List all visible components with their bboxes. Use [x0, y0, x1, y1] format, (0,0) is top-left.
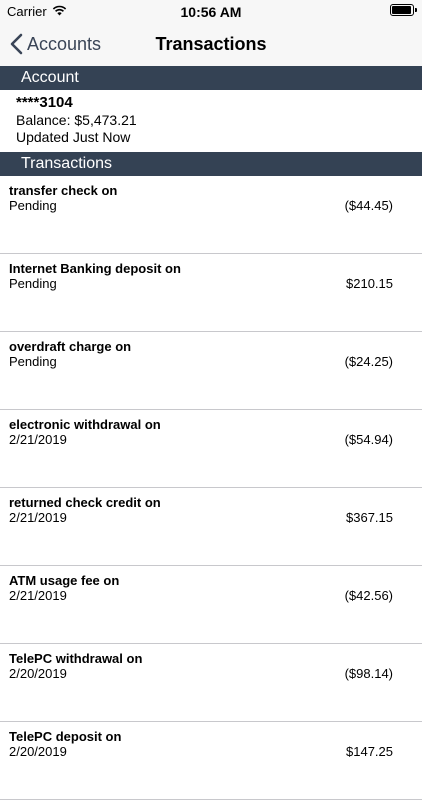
transaction-row[interactable]: TelePC withdrawal on 2/20/2019 ($98.14) — [0, 644, 422, 722]
transaction-amount: ($42.56) — [344, 588, 393, 603]
transaction-description: returned check credit on — [9, 495, 161, 510]
transaction-amount: $367.15 — [346, 510, 393, 525]
transaction-row[interactable]: electronic withdrawal on 2/21/2019 ($54.… — [0, 410, 422, 488]
account-balance: Balance: $5,473.21 — [16, 112, 137, 128]
back-button-label: Accounts — [27, 33, 102, 54]
transaction-date: 2/21/2019 — [9, 588, 67, 603]
transaction-description: Internet Banking deposit on — [9, 261, 181, 276]
transaction-description: ATM usage fee on — [9, 573, 120, 588]
transaction-row[interactable]: ATM usage fee on 2/21/2019 ($42.56) — [0, 566, 422, 644]
chevron-left-icon — [10, 33, 23, 55]
transaction-date: 2/21/2019 — [9, 510, 67, 525]
status-bar: Carrier 10:56 AM — [0, 0, 422, 22]
transaction-date: Pending — [9, 198, 57, 213]
transaction-description: TelePC withdrawal on — [9, 651, 143, 666]
transaction-description: transfer check on — [9, 183, 118, 198]
transaction-date: Pending — [9, 276, 57, 291]
transaction-amount: ($54.94) — [344, 432, 393, 447]
transaction-row[interactable]: Internet Banking deposit on Pending $210… — [0, 254, 422, 332]
transaction-date: 2/20/2019 — [9, 744, 67, 759]
back-button[interactable]: Accounts — [10, 22, 101, 66]
transaction-amount: $210.15 — [346, 276, 393, 291]
account-number: ****3104 — [16, 94, 73, 111]
transactions-list: transfer check on Pending ($44.45) Inter… — [0, 176, 422, 800]
transaction-date: 2/21/2019 — [9, 432, 67, 447]
transaction-description: electronic withdrawal on — [9, 417, 161, 432]
navigation-bar: Accounts Transactions — [0, 22, 422, 66]
transaction-amount: $147.25 — [346, 744, 393, 759]
account-summary: ****3104 Balance: $5,473.21 Updated Just… — [16, 94, 406, 146]
transaction-row[interactable]: returned check credit on 2/21/2019 $367.… — [0, 488, 422, 566]
battery-icon — [390, 4, 417, 16]
account-section-header: Account — [0, 66, 422, 90]
transaction-date: 2/20/2019 — [9, 666, 67, 681]
transaction-amount: ($24.25) — [344, 354, 393, 369]
transaction-row[interactable]: overdraft charge on Pending ($24.25) — [0, 332, 422, 410]
transaction-row[interactable]: transfer check on Pending ($44.45) — [0, 176, 422, 254]
account-updated: Updated Just Now — [16, 129, 131, 145]
transaction-amount: ($44.45) — [344, 198, 393, 213]
transaction-amount: ($98.14) — [344, 666, 393, 681]
transaction-description: overdraft charge on — [9, 339, 132, 354]
transactions-section-header: Transactions — [0, 152, 422, 176]
transaction-row[interactable]: TelePC deposit on 2/20/2019 $147.25 — [0, 722, 422, 800]
transaction-date: Pending — [9, 354, 57, 369]
status-time: 10:56 AM — [180, 4, 242, 20]
transaction-description: TelePC deposit on — [9, 729, 122, 744]
